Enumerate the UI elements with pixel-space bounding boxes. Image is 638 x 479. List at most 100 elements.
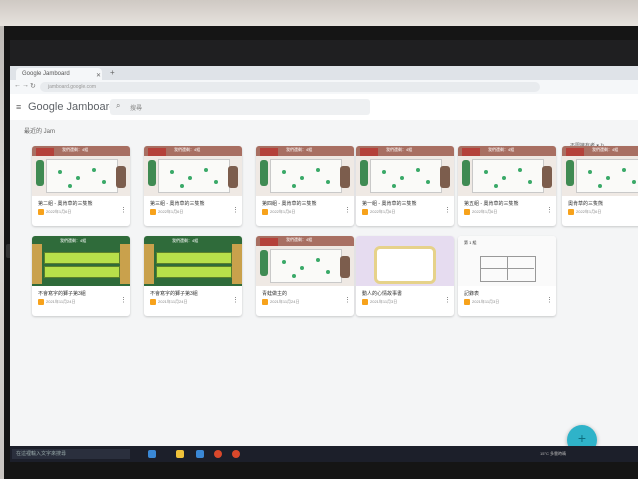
- jam-title: 記錄表: [464, 291, 480, 297]
- jam-date: 2022年1月6日: [576, 209, 602, 214]
- chrome-icon[interactable]: [214, 450, 222, 458]
- jam-card[interactable]: 我們還剩：4組第五組 - 奧肯草的三隻熊 2022年1月6日 ⋮: [458, 146, 556, 226]
- more-options-icon[interactable]: ⋮: [546, 206, 553, 214]
- jamboard-file-icon: [464, 209, 470, 215]
- browser-tab-title: Google Jamboard: [22, 71, 70, 77]
- more-options-icon[interactable]: ⋮: [120, 296, 127, 304]
- jam-thumbnail: [356, 236, 454, 286]
- more-options-icon[interactable]: ⋮: [444, 296, 451, 304]
- browser-toolbar: ← → ↻ jamboard.google.com: [10, 80, 638, 94]
- reload-icon[interactable]: ↻: [30, 82, 36, 90]
- jam-title: 第一組 - 奧肯草的三隻熊: [362, 201, 417, 207]
- jam-title: 第三組 - 奧肯草的三隻熊: [150, 201, 205, 207]
- back-icon[interactable]: ←: [14, 82, 21, 89]
- app-header: ≡ Google Jamboard ⌕ 搜尋: [10, 94, 638, 120]
- jam-thumbnail: 我們還剩：4組: [32, 236, 130, 286]
- jam-date: 2021年11月24日: [270, 299, 300, 304]
- chrome-icon-2[interactable]: [232, 450, 240, 458]
- search-input[interactable]: ⌕ 搜尋: [110, 99, 370, 115]
- jam-card[interactable]: 動人的心情故事書 2021年11月3日 ⋮: [356, 236, 454, 316]
- jamboard-file-icon: [262, 209, 268, 215]
- jam-date: 2022年1月6日: [370, 209, 396, 214]
- menu-icon[interactable]: ≡: [16, 102, 21, 112]
- jamboard-file-icon: [150, 299, 156, 305]
- browser-tab-bar: Google Jamboard ✕ +: [10, 66, 638, 80]
- taskbar-search[interactable]: 在這裡輸入文字來搜尋: [12, 449, 130, 459]
- thumb-header: 我們還剩：4組: [592, 147, 619, 152]
- more-options-icon[interactable]: ⋮: [232, 206, 239, 214]
- jam-thumbnail: 我們還剩：4組: [256, 146, 354, 196]
- thumb-header: 我們還剩：4組: [286, 147, 313, 152]
- section-label: 最近的 Jam: [24, 129, 56, 135]
- jam-date: 2021年11月24日: [158, 299, 188, 304]
- monitor-photo: Google Jamboard ✕ + ← → ↻ jamboard.googl…: [0, 0, 638, 479]
- plus-icon: +: [577, 430, 587, 446]
- more-options-icon[interactable]: ⋮: [344, 206, 351, 214]
- jam-card[interactable]: 我們還剩：4組青蛙做主的 2021年11月24日 ⋮: [256, 236, 354, 316]
- jam-card[interactable]: 我們還剩：4組第四組 - 奧肯草的三隻熊 2022年1月6日 ⋮: [256, 146, 354, 226]
- task-view-icon[interactable]: [148, 450, 156, 458]
- system-tray: 15°C 多雲時晴: [540, 451, 567, 456]
- jam-thumbnail: 我們還剩：4組: [32, 146, 130, 196]
- jam-card[interactable]: 我們還剩：4組第三組 - 奧肯草的三隻熊 2022年1月6日 ⋮: [144, 146, 242, 226]
- screen: Google Jamboard ✕ + ← → ↻ jamboard.googl…: [10, 40, 638, 462]
- jam-title: 第四組 - 奧肯草的三隻熊: [262, 201, 317, 207]
- thumb-header: 我們還剩：4組: [172, 238, 199, 243]
- jam-thumbnail: 我們還剩：4組: [458, 146, 556, 196]
- jam-card[interactable]: 我們還剩：4組奧肯草的三隻熊2022年1月6日⋮: [562, 146, 638, 226]
- more-options-icon[interactable]: ⋮: [232, 296, 239, 304]
- more-options-icon[interactable]: ⋮: [344, 296, 351, 304]
- search-placeholder: 搜尋: [130, 106, 143, 112]
- jam-thumbnail: 我們還剩：4組: [356, 146, 454, 196]
- jam-date: 2022年1月6日: [158, 209, 184, 214]
- jam-thumbnail: 第 1 組: [458, 236, 556, 286]
- jam-card[interactable]: 我們還剩：4組第二組 - 奧肯草的三隻熊 2022年1月6日 ⋮: [32, 146, 130, 226]
- jam-thumbnail: 我們還剩：4組: [144, 146, 242, 196]
- jamboard-file-icon: [150, 209, 156, 215]
- more-options-icon[interactable]: ⋮: [444, 206, 451, 214]
- jam-title: 青蛙做主的: [262, 291, 288, 297]
- jam-title: 動人的心情故事書: [362, 291, 403, 297]
- jamboard-file-icon: [464, 299, 470, 305]
- thumb-header: 我們還剩：4組: [174, 147, 201, 152]
- jam-thumbnail: 我們還剩：4組: [256, 236, 354, 286]
- jam-date: 2022年1月6日: [270, 209, 296, 214]
- jam-card[interactable]: 我們還剩：4組第一組 - 奧肯草的三隻熊 2022年1月6日 ⋮: [356, 146, 454, 226]
- search-icon: ⌕: [116, 101, 121, 110]
- file-explorer-icon[interactable]: [176, 450, 184, 458]
- more-options-icon[interactable]: ⋮: [546, 296, 553, 304]
- jamboard-file-icon: [362, 299, 368, 305]
- thumb-header: 我們還剩：4組: [60, 238, 87, 243]
- more-options-icon[interactable]: ⋮: [120, 206, 127, 214]
- browser-tab[interactable]: Google Jamboard ✕: [16, 68, 102, 80]
- jam-title: 第五組 - 奧肯草的三隻熊: [464, 201, 519, 207]
- address-bar[interactable]: jamboard.google.com: [40, 82, 540, 92]
- jam-card[interactable]: 第 1 組記錄表 2021年11月3日 ⋮: [458, 236, 556, 316]
- jam-date: 2021年11月24日: [46, 299, 76, 304]
- jam-date: 2022年1月6日: [472, 209, 498, 214]
- wall-background: [0, 0, 638, 26]
- jam-title: 不會寫字的獅子第3組: [150, 291, 198, 297]
- jam-date: 2021年11月3日: [472, 299, 500, 304]
- jam-date: 2021年11月3日: [370, 299, 398, 304]
- forward-icon[interactable]: →: [22, 82, 29, 89]
- jamboard-file-icon: [38, 299, 44, 305]
- jam-title: 不會寫字的獅子第3組: [38, 291, 86, 297]
- jamboard-file-icon: [38, 209, 44, 215]
- jam-title: 第二組 - 奧肯草的三隻熊: [38, 201, 93, 207]
- jam-title: 奧肯草的三隻熊: [568, 201, 604, 207]
- thumb-header: 我們還剩：4組: [386, 147, 413, 152]
- new-tab-icon[interactable]: +: [110, 68, 115, 77]
- jamboard-file-icon: [568, 209, 574, 215]
- app-brand: Google Jamboard: [28, 101, 116, 113]
- jam-thumbnail: 我們還剩：4組: [562, 146, 638, 196]
- jamboard-file-icon: [362, 209, 368, 215]
- jam-card[interactable]: 我們還剩：4組不會寫字的獅子第3組 2021年11月24日 ⋮: [32, 236, 130, 316]
- store-icon[interactable]: [196, 450, 204, 458]
- jam-card[interactable]: 我們還剩：4組不會寫字的獅子第3組 2021年11月24日 ⋮: [144, 236, 242, 316]
- jam-thumbnail: 我們還剩：4組: [144, 236, 242, 286]
- thumb-header: 第 1 組: [464, 240, 477, 245]
- windows-taskbar: 在這裡輸入文字來搜尋 15°C 多雲時晴: [10, 446, 638, 462]
- thumb-header: 我們還剩：4組: [286, 237, 313, 242]
- jam-date: 2022年1月6日: [46, 209, 72, 214]
